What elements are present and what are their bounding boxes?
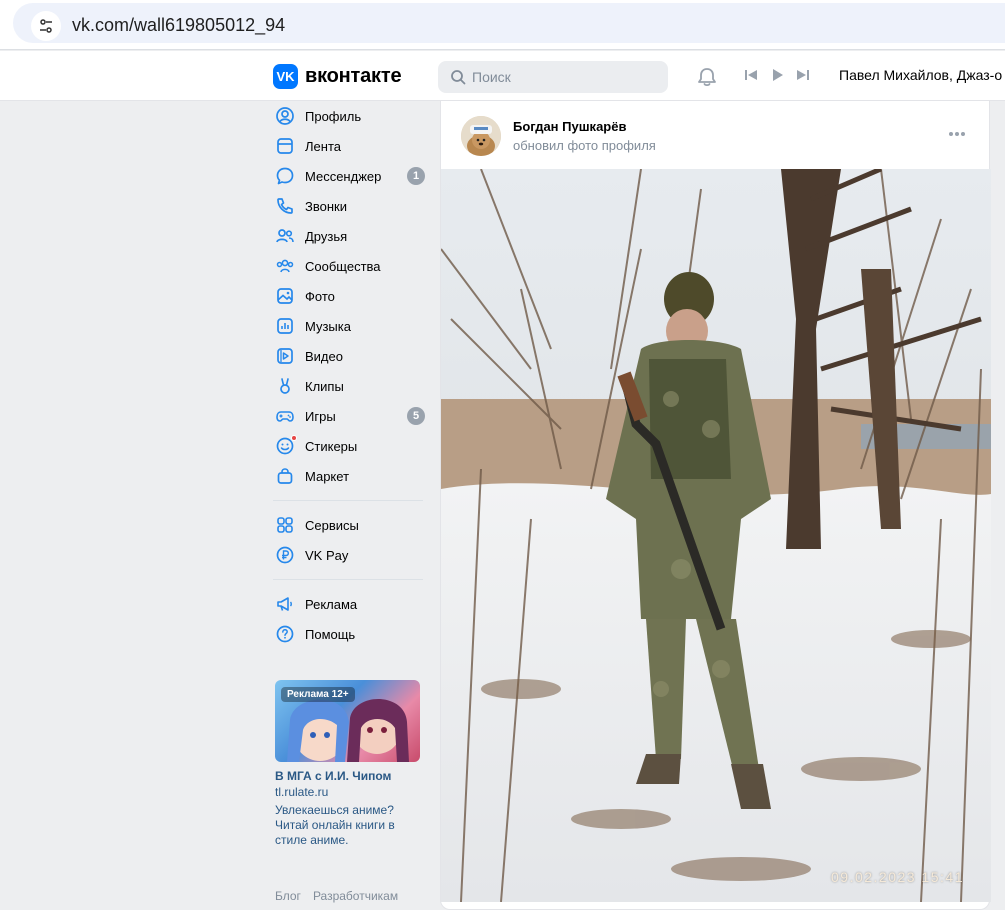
messenger-icon: [275, 166, 295, 186]
nav-label: Фото: [305, 288, 335, 304]
nav-item-help[interactable]: Помощь: [273, 619, 433, 649]
nav-item-messenger[interactable]: Мессенджер 1: [273, 161, 433, 191]
nav-label: Сообщества: [305, 258, 381, 274]
nav-label: Видео: [305, 348, 343, 364]
more-options-icon[interactable]: [948, 131, 966, 137]
footer-link-blog[interactable]: Блог: [275, 889, 301, 903]
footer-links: Блог Разработчикам: [275, 889, 398, 903]
nav-item-video[interactable]: Видео: [273, 341, 433, 371]
play-icon[interactable]: [770, 68, 784, 82]
music-icon: [275, 316, 295, 336]
stickers-notification-dot: [291, 435, 297, 441]
address-field[interactable]: vk.com/wall619805012_94: [13, 3, 1005, 43]
post-photo[interactable]: 09.02.2023 15:41: [441, 169, 991, 902]
megaphone-icon: [275, 594, 295, 614]
market-icon: [275, 466, 295, 486]
profile-icon: [275, 106, 295, 126]
footer-link-developers[interactable]: Разработчикам: [313, 889, 398, 903]
photo-timestamp: 09.02.2023 15:41: [831, 869, 964, 885]
nav-label: Друзья: [305, 228, 348, 244]
ad-image[interactable]: Реклама 12+: [275, 680, 420, 762]
nav-label: Сервисы: [305, 517, 359, 533]
nav-label: Звонки: [305, 198, 347, 214]
phone-icon: [275, 196, 295, 216]
vk-top-header: VK вконтакте Павел Михайлов, Джаз-о: [0, 51, 1005, 101]
sidebar-ad[interactable]: Реклама 12+ В МГА с И.И. Чипом tl.rulate…: [275, 680, 420, 848]
help-icon: [275, 624, 295, 644]
previous-track-icon[interactable]: [744, 68, 758, 82]
vkpay-icon: [275, 545, 295, 565]
nav-item-photos[interactable]: Фото: [273, 281, 433, 311]
games-icon: [275, 406, 295, 426]
nav-item-stickers[interactable]: Стикеры: [273, 431, 433, 461]
site-settings-icon[interactable]: [31, 11, 61, 41]
search-input[interactable]: [472, 61, 662, 93]
vk-logo[interactable]: VK вконтакте: [273, 64, 402, 89]
nav-label: Профиль: [305, 108, 362, 124]
search-box[interactable]: [438, 61, 668, 93]
communities-icon: [275, 256, 295, 276]
nav-item-clips[interactable]: Клипы: [273, 371, 433, 401]
nav-label: Маркет: [305, 468, 350, 484]
nav-item-services[interactable]: Сервисы: [273, 510, 433, 540]
search-icon: [451, 70, 466, 85]
left-navigation: Профиль Лента Мессенджер 1 Звонки Друзья…: [273, 101, 433, 649]
nav-label: Реклама: [305, 596, 358, 612]
next-track-icon[interactable]: [796, 68, 810, 82]
ad-domain[interactable]: tl.rulate.ru: [275, 785, 420, 799]
avatar[interactable]: [461, 116, 501, 156]
nav-item-calls[interactable]: Звонки: [273, 191, 433, 221]
nav-item-communities[interactable]: Сообщества: [273, 251, 433, 281]
nav-item-games[interactable]: Игры 5: [273, 401, 433, 431]
vk-logo-mark: VK: [273, 64, 298, 89]
nav-divider: [273, 579, 423, 580]
ad-age-badge: Реклама 12+: [281, 687, 355, 702]
nav-label: Музыка: [305, 318, 351, 334]
vk-logo-text: вконтакте: [305, 65, 402, 87]
nav-label: Помощь: [305, 626, 356, 642]
nav-label: VK Pay: [305, 547, 349, 563]
ad-title[interactable]: В МГА с И.И. Чипом: [275, 769, 420, 783]
notifications-bell-icon[interactable]: [696, 66, 718, 88]
services-icon: [275, 515, 295, 535]
nav-item-ads[interactable]: Реклама: [273, 589, 433, 619]
post-author-name[interactable]: Богдан Пушкарёв: [513, 119, 626, 134]
now-playing-track[interactable]: Павел Михайлов, Джаз-о: [839, 67, 1002, 83]
games-count-badge: 5: [407, 407, 425, 425]
nav-item-music[interactable]: Музыка: [273, 311, 433, 341]
wall-post: Богдан Пушкарёв обновил фото профиля 09.…: [440, 101, 991, 910]
nav-item-market[interactable]: Маркет: [273, 461, 433, 491]
nav-label: Стикеры: [305, 438, 358, 454]
nav-item-feed[interactable]: Лента: [273, 131, 433, 161]
nav-label: Клипы: [305, 378, 344, 394]
post-action-text: обновил фото профиля: [513, 138, 656, 153]
nav-item-profile[interactable]: Профиль: [273, 101, 433, 131]
nav-label: Мессенджер: [305, 168, 382, 184]
url-text[interactable]: vk.com/wall619805012_94: [72, 15, 285, 36]
audio-player-controls: [744, 68, 810, 82]
nav-item-vkpay[interactable]: VK Pay: [273, 540, 433, 570]
feed-icon: [275, 136, 295, 156]
friends-icon: [275, 226, 295, 246]
nav-label: Лента: [305, 138, 341, 154]
photo-icon: [275, 286, 295, 306]
ad-description[interactable]: Увлекаешься аниме? Читай онлайн книги в …: [275, 803, 420, 848]
nav-item-friends[interactable]: Друзья: [273, 221, 433, 251]
video-icon: [275, 346, 295, 366]
clips-icon: [275, 376, 295, 396]
nav-label: Игры: [305, 408, 336, 424]
unread-count-badge: 1: [407, 167, 425, 185]
browser-address-bar: vk.com/wall619805012_94: [0, 0, 1005, 50]
photo-illustration: [441, 169, 991, 902]
nav-divider: [273, 500, 423, 501]
